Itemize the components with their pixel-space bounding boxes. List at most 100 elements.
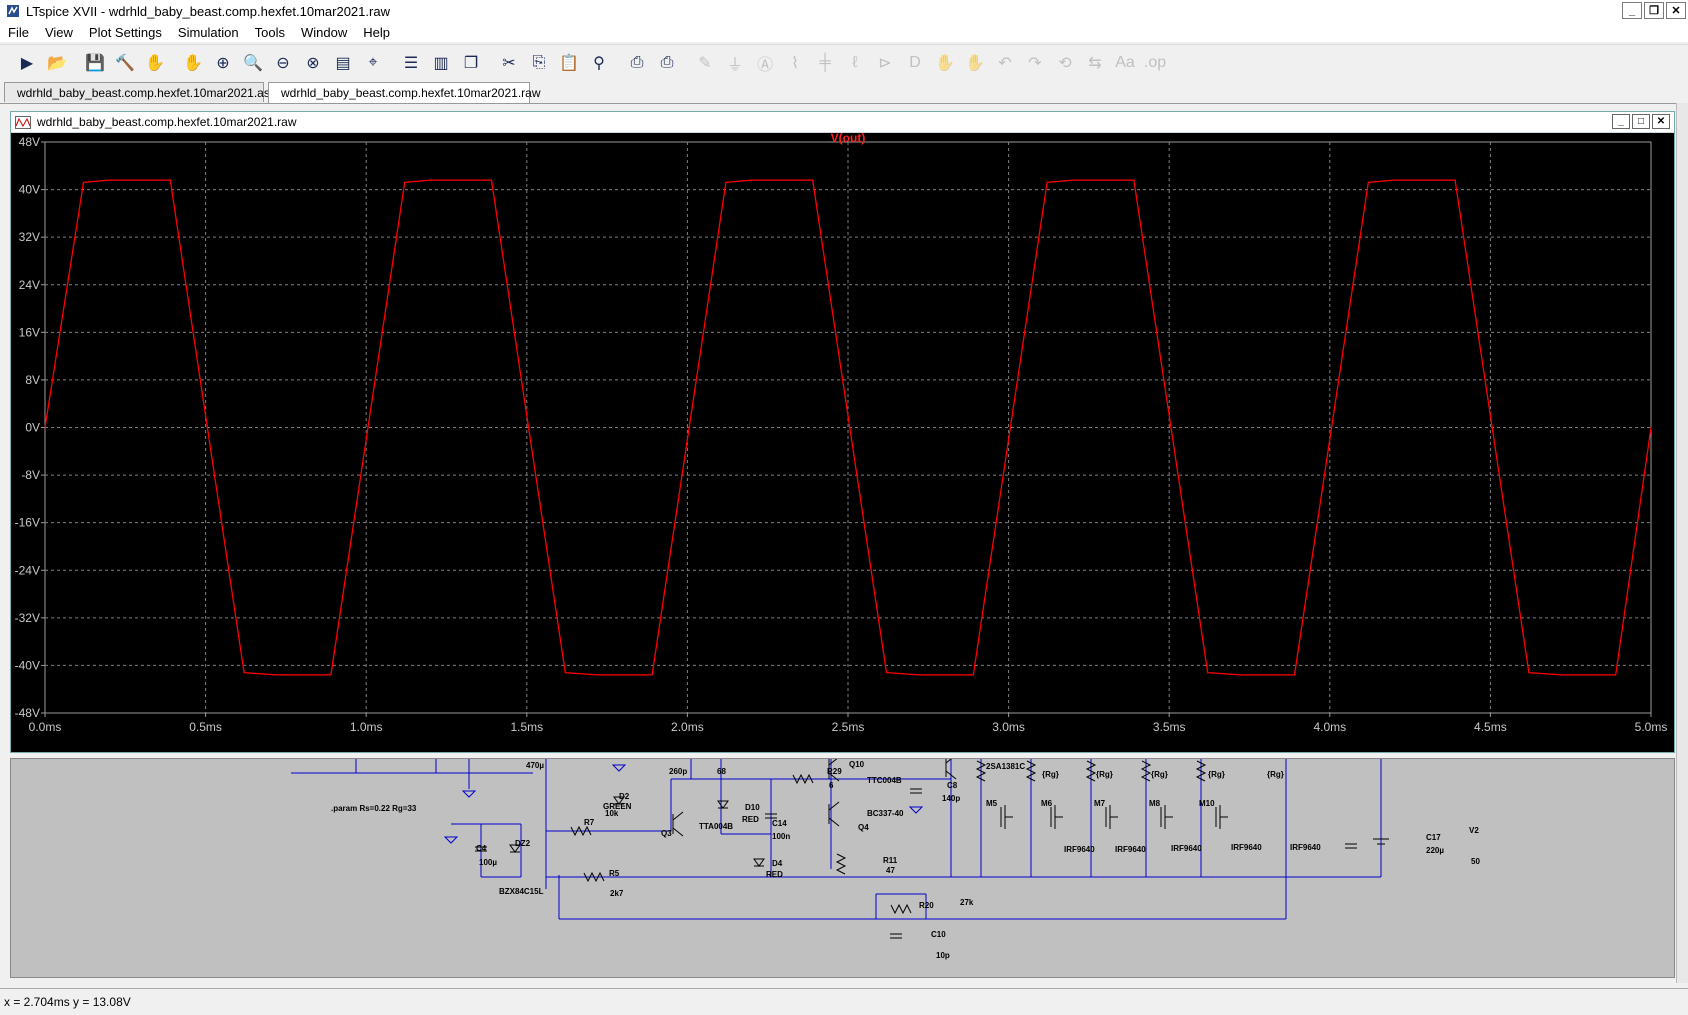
print-setup-button[interactable]: ⎙: [654, 50, 680, 76]
r5-label: R5: [609, 869, 620, 878]
component-button: D: [902, 50, 928, 76]
pan-hand-button[interactable]: ✋: [180, 50, 206, 76]
v2-label: V2: [1469, 826, 1479, 835]
tab-label: wdrhld_baby_beast.comp.hexfet.10mar2021.…: [17, 85, 276, 100]
y-tick-label: 40V: [19, 183, 40, 197]
diode-button: ⊳: [872, 50, 898, 76]
c14-label: C14: [772, 819, 787, 828]
undo-icon: ↶: [998, 55, 1012, 72]
ground-symbol: [611, 764, 627, 772]
irf-2: IRF9640: [1115, 845, 1146, 854]
paste-button[interactable]: 📋: [556, 50, 582, 76]
open-button[interactable]: 📂: [44, 50, 70, 76]
spice-directive-button: .op: [1142, 50, 1168, 76]
zoom-fit-button[interactable]: ⊗: [300, 50, 326, 76]
q10-label: Q10: [849, 760, 865, 769]
resistor-symbol: [835, 853, 847, 875]
q3-label: Q3: [661, 829, 672, 838]
rg-3: {Rg}: [1151, 770, 1168, 779]
cascade-button[interactable]: ❐: [458, 50, 484, 76]
menu-view[interactable]: View: [37, 25, 81, 40]
waveform-icon: [15, 115, 31, 129]
schematic-drawing[interactable]: .param Rs=0.22 Rg=33 C4 100µ DZ2 BZX84C15L 47…: [11, 759, 1674, 977]
find-button[interactable]: ⚲: [586, 50, 612, 76]
c10-label: C10: [931, 930, 946, 939]
move-button: ✋: [932, 50, 958, 76]
tile-vertical-button[interactable]: ▥: [428, 50, 454, 76]
plot-minimize-button[interactable]: _: [1612, 114, 1630, 129]
c17-label: C17: [1426, 833, 1441, 842]
plot-close-button[interactable]: ✕: [1652, 114, 1670, 129]
menu-plot-settings[interactable]: Plot Settings: [81, 25, 170, 40]
restore-button[interactable]: ❐: [1644, 2, 1664, 19]
waveform-plot[interactable]: 0.0ms 0.5ms 1.0ms 1.5ms 2.0ms 2.5ms 3.0ms 3.5ms…: [11, 131, 1674, 752]
halt-button[interactable]: ✋: [142, 50, 168, 76]
rg-5: {Rg}: [1267, 770, 1284, 779]
inductor-icon: ℓ: [852, 54, 858, 71]
y-tick-label: 8V: [25, 373, 40, 387]
v2-value: 50: [1471, 857, 1480, 866]
pan-hand-icon: ✋: [183, 55, 203, 72]
plot-window-controls: _ □ ✕: [1612, 114, 1670, 129]
menu-simulation[interactable]: Simulation: [170, 25, 247, 40]
y-tick-label: -8V: [21, 468, 40, 482]
title-bar: LTspice XVII - wdrhld_baby_beast.comp.he…: [0, 0, 1688, 22]
cursor-icon: ⌖: [368, 54, 378, 71]
tab-schematic[interactable]: wdrhld_baby_beast.comp.hexfet.10mar2021.…: [4, 82, 276, 102]
ground-button: ⏚: [722, 50, 748, 76]
rg-1: {Rg}: [1042, 770, 1059, 779]
cap-470-value: 470µ: [526, 761, 544, 770]
q4-value: BC337-40: [867, 809, 904, 818]
diode-icon: ⊳: [878, 55, 892, 72]
control-panel-button[interactable]: 🔨: [112, 50, 138, 76]
minimize-button[interactable]: _: [1622, 2, 1642, 19]
tile-horizontal-icon: ☰: [403, 55, 419, 72]
zoom-in-button[interactable]: ⊕: [210, 50, 236, 76]
waveform-chart[interactable]: 0.0ms 0.5ms 1.0ms 1.5ms 2.0ms 2.5ms 3.0ms 3.5ms…: [11, 131, 1674, 752]
zoom-out-button[interactable]: ⊖: [270, 50, 296, 76]
menu-file[interactable]: File: [0, 25, 37, 40]
r20-value: 27k: [960, 898, 974, 907]
irf-5: IRF9640: [1290, 843, 1321, 852]
zoom-area-button[interactable]: 🔍: [240, 50, 266, 76]
x-tick-label: 0.5ms: [189, 720, 222, 734]
vertical-scrollbar[interactable]: [1676, 103, 1688, 983]
rg-2: {Rg}: [1096, 770, 1113, 779]
plot-maximize-button[interactable]: □: [1632, 114, 1650, 129]
d2-label: D2: [619, 792, 630, 801]
irf-1: IRF9640: [1064, 845, 1095, 854]
transistor-emitter: [672, 827, 684, 837]
q3-value: TTA004B: [699, 822, 733, 831]
x-tick-label: 2.5ms: [832, 720, 865, 734]
print-button[interactable]: ⎙: [624, 50, 650, 76]
schematic-pane[interactable]: .param Rs=0.22 Rg=33 C4 100µ DZ2 BZX84C15L 47…: [10, 758, 1675, 978]
tile-horizontal-button[interactable]: ☰: [398, 50, 424, 76]
run-button[interactable]: ▶: [14, 50, 40, 76]
menu-tools[interactable]: Tools: [247, 25, 293, 40]
tab-waveform[interactable]: wdrhld_baby_beast.comp.hexfet.10mar2021.…: [268, 82, 541, 103]
close-button[interactable]: ✕: [1666, 2, 1686, 19]
cursor-button[interactable]: ⌖: [360, 50, 386, 76]
y-tick-label: -48V: [15, 706, 40, 720]
autorange-button[interactable]: ▤: [330, 50, 356, 76]
save-button[interactable]: 💾: [82, 50, 108, 76]
copy-button[interactable]: ⎘: [526, 50, 552, 76]
y-tick-label: 48V: [19, 135, 40, 149]
zoom-in-icon: ⊕: [216, 55, 230, 72]
y-tick-label: -32V: [15, 611, 40, 625]
y-tick-label: -24V: [15, 563, 40, 577]
spice-directive-icon: .op: [1143, 54, 1167, 71]
tile-vertical-icon: ▥: [433, 55, 449, 72]
m10-label: M10: [1199, 799, 1215, 808]
move-icon: ✋: [935, 55, 955, 72]
x-tick-label: 4.0ms: [1313, 720, 1346, 734]
cut-button[interactable]: ✂: [496, 50, 522, 76]
redo-icon: ↷: [1028, 55, 1042, 72]
y-tick-label: 16V: [19, 325, 40, 339]
tab-label: wdrhld_baby_beast.comp.hexfet.10mar2021.…: [281, 86, 541, 100]
menu-window[interactable]: Window: [293, 25, 355, 40]
c8-label: C8: [947, 781, 958, 790]
menu-help[interactable]: Help: [355, 25, 398, 40]
c10-value: 10p: [936, 951, 950, 960]
dz2-value: BZX84C15L: [499, 887, 544, 896]
